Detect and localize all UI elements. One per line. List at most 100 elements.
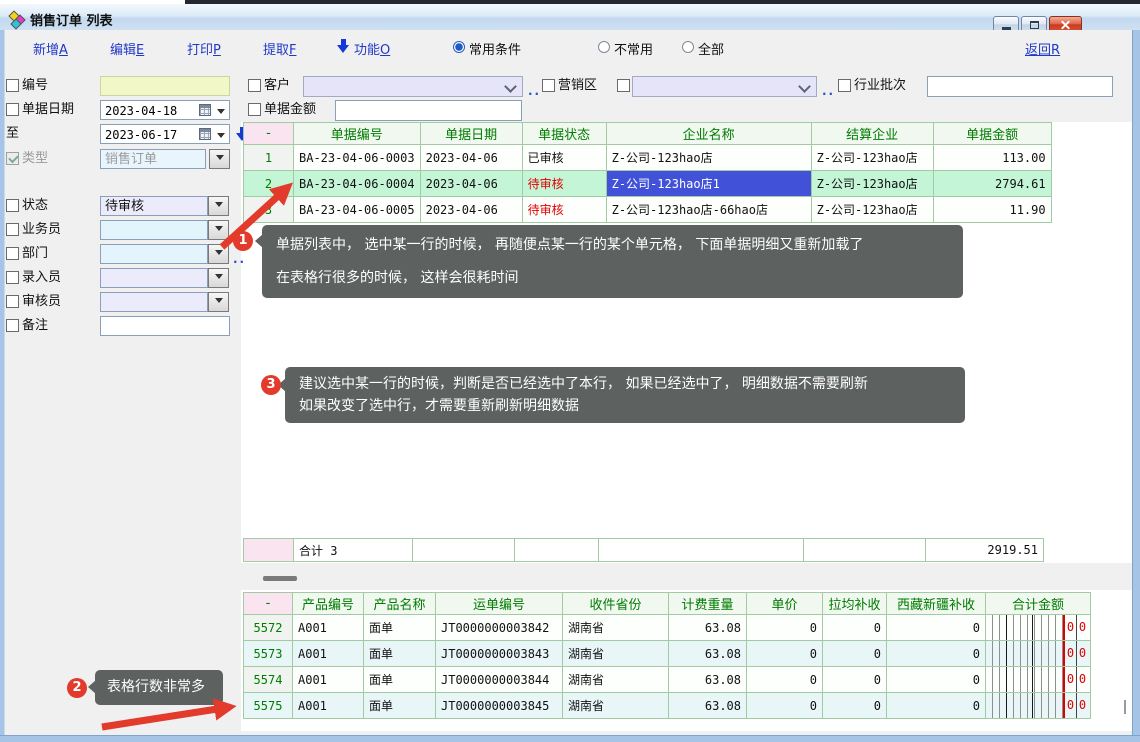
grid-cell[interactable]: 0: [887, 641, 986, 667]
table-row[interactable]: 5574A001面单JT0000000003844湖南省63.0800000: [244, 667, 1091, 693]
date-to-picker[interactable]: 2023-06-17: [100, 124, 230, 144]
date-label[interactable]: 单据日期: [22, 100, 74, 120]
marketing-area-label[interactable]: 营销区: [558, 76, 597, 96]
auditor-label[interactable]: 审核员: [22, 292, 61, 312]
grid-cell[interactable]: [804, 539, 926, 562]
grid-cell[interactable]: 0: [887, 615, 986, 641]
column-header[interactable]: 产品名称: [364, 593, 436, 615]
marketing-area-lookup-dots[interactable]: ..: [822, 84, 835, 98]
column-header[interactable]: 结算企业: [811, 123, 933, 145]
auditor-combo-button[interactable]: [208, 292, 229, 312]
status-combo[interactable]: 待审核: [100, 196, 208, 216]
remark-label[interactable]: 备注: [22, 316, 48, 336]
grid-cell[interactable]: 待审核: [522, 171, 606, 197]
table-row[interactable]: 3BA-23-04-06-00052023-04-06待审核Z-公司-123ha…: [244, 197, 1052, 223]
customer-combo[interactable]: [303, 76, 523, 97]
status-label[interactable]: 状态: [22, 196, 48, 216]
column-header[interactable]: 合计金额: [986, 593, 1091, 615]
radio-uncommon[interactable]: [598, 41, 610, 53]
grid-cell[interactable]: [244, 539, 294, 562]
print-button[interactable]: 打印P: [187, 39, 221, 58]
grid-cell[interactable]: 0: [887, 667, 986, 693]
column-header[interactable]: 西藏新疆补收: [887, 593, 986, 615]
column-header[interactable]: -: [244, 593, 293, 615]
grid-cell[interactable]: JT0000000003845: [436, 693, 563, 719]
checkbox-entry-clerk[interactable]: [6, 271, 19, 284]
grid-cell[interactable]: A001: [293, 641, 364, 667]
table-row[interactable]: 1BA-23-04-06-00032023-04-06已审核Z-公司-123ha…: [244, 145, 1052, 171]
grid-cell[interactable]: 2023-04-06: [420, 197, 522, 223]
checkbox-customer[interactable]: [248, 79, 261, 92]
grid-cell[interactable]: 3: [244, 197, 294, 223]
grid-cell[interactable]: 0: [823, 667, 887, 693]
grid-cell[interactable]: 113.00: [933, 145, 1051, 171]
auditor-combo[interactable]: [100, 292, 208, 312]
checkbox-date[interactable]: [6, 103, 19, 116]
column-header[interactable]: 企业名称: [606, 123, 811, 145]
entry-clerk-combo-button[interactable]: [208, 268, 229, 288]
radio-all-label[interactable]: 全部: [698, 39, 724, 58]
grid-cell[interactable]: 2: [244, 171, 294, 197]
department-combo-button[interactable]: [208, 244, 229, 264]
grid-cell[interactable]: 5575: [244, 693, 293, 719]
grid-cell[interactable]: 0: [747, 615, 823, 641]
grid-cell[interactable]: 面单: [364, 641, 436, 667]
return-button[interactable]: 返回R: [1025, 39, 1060, 58]
grid-cell[interactable]: Z-公司-123hao店: [811, 171, 933, 197]
grid-cell[interactable]: 63.08: [669, 667, 747, 693]
department-label[interactable]: 部门: [22, 244, 48, 264]
grid-cell[interactable]: Z-公司-123hao店: [811, 145, 933, 171]
customer-lookup-dots[interactable]: ..: [528, 84, 541, 98]
grid-cell[interactable]: 湖南省: [563, 641, 669, 667]
grid-cell[interactable]: 面单: [364, 693, 436, 719]
code-label[interactable]: 编号: [22, 76, 48, 96]
grid-cell[interactable]: 00: [986, 615, 1091, 641]
scrollbar-thumb[interactable]: [1124, 700, 1126, 714]
grid-cell[interactable]: 待审核: [522, 197, 606, 223]
amount-label[interactable]: 单据金额: [264, 100, 316, 120]
grid-cell[interactable]: 面单: [364, 667, 436, 693]
grid-cell[interactable]: 面单: [364, 615, 436, 641]
industry-batch-label[interactable]: 行业批次: [854, 76, 906, 96]
grid-cell[interactable]: 2023-04-06: [420, 145, 522, 171]
customer-label[interactable]: 客户: [264, 76, 290, 96]
column-header[interactable]: -: [244, 123, 294, 145]
checkbox-marketing-area[interactable]: [542, 79, 555, 92]
grid-cell[interactable]: 63.08: [669, 693, 747, 719]
date-from-picker[interactable]: 2023-04-18: [100, 100, 230, 120]
grid-cell[interactable]: 2919.51: [926, 539, 1044, 562]
entry-clerk-combo[interactable]: [100, 268, 208, 288]
grid-cell[interactable]: BA-23-04-06-0004: [294, 171, 421, 197]
column-header[interactable]: 单据编号: [294, 123, 421, 145]
function-button[interactable]: 功能O: [354, 39, 390, 58]
radio-all[interactable]: [682, 41, 694, 53]
checkbox-remark[interactable]: [6, 319, 19, 332]
column-header[interactable]: 单据日期: [420, 123, 522, 145]
department-lookup-dots[interactable]: ..: [233, 252, 246, 266]
remark-input[interactable]: [100, 316, 230, 336]
checkbox-industry-batch[interactable]: [838, 79, 851, 92]
grid-cell[interactable]: [599, 539, 804, 562]
checkbox-auditor[interactable]: [6, 295, 19, 308]
table-row[interactable]: 合计 3 2919.51: [244, 539, 1044, 562]
column-header[interactable]: 运单编号: [436, 593, 563, 615]
grid-cell[interactable]: 0: [823, 615, 887, 641]
grid-cell[interactable]: A001: [293, 615, 364, 641]
type-combo-button[interactable]: [209, 149, 230, 169]
grid-cell[interactable]: 0: [823, 693, 887, 719]
grid-cell[interactable]: A001: [293, 693, 364, 719]
grid-cell[interactable]: 2794.61: [933, 171, 1051, 197]
checkbox-status[interactable]: [6, 199, 19, 212]
industry-batch-input[interactable]: [927, 76, 1113, 97]
grid-cell[interactable]: 已审核: [522, 145, 606, 171]
grid-cell[interactable]: 63.08: [669, 641, 747, 667]
grid-cell[interactable]: 合计 3: [294, 539, 413, 562]
grid-cell[interactable]: 00: [986, 667, 1091, 693]
column-header[interactable]: 计费重量: [669, 593, 747, 615]
edit-button[interactable]: 编辑E: [110, 39, 144, 58]
column-header[interactable]: 收件省份: [563, 593, 669, 615]
table-row[interactable]: 5575A001面单JT0000000003845湖南省63.0800000: [244, 693, 1091, 719]
grid-cell[interactable]: 5573: [244, 641, 293, 667]
checkbox-department[interactable]: [6, 247, 19, 260]
grid-cell[interactable]: A001: [293, 667, 364, 693]
